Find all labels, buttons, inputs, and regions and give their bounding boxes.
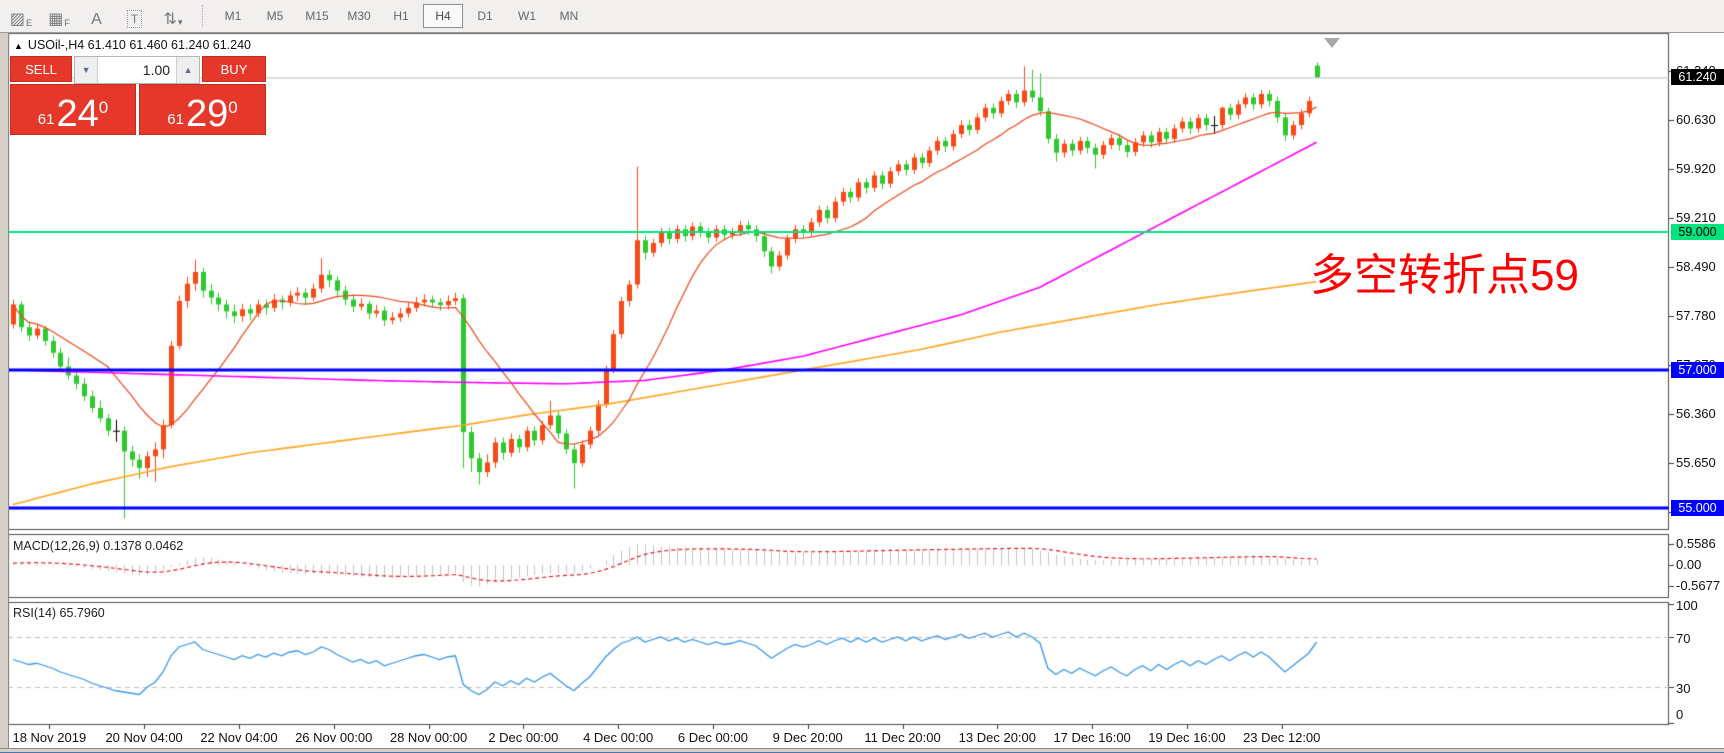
sell-price-display[interactable]: 61240 bbox=[10, 84, 136, 135]
macd-tick-label: -0.5677 bbox=[1676, 578, 1720, 593]
rsi-tick-label: 30 bbox=[1676, 681, 1690, 696]
text-box-icon[interactable]: T bbox=[118, 2, 152, 30]
buy-price-superscript: 0 bbox=[228, 100, 237, 115]
buy-price-display[interactable]: 61290 bbox=[139, 84, 266, 135]
timeframe-button-mn[interactable]: MN bbox=[549, 4, 589, 28]
sell-price-prefix: 61 bbox=[38, 112, 55, 127]
chart-annotation-text: 多空转折点59 bbox=[1310, 252, 1579, 300]
volume-input[interactable]: 1.00 bbox=[98, 57, 176, 83]
toolbar-separator bbox=[202, 5, 204, 27]
text-label-icon[interactable]: A bbox=[80, 2, 114, 30]
date-tick-label: 19 Dec 16:00 bbox=[1148, 730, 1225, 745]
rsi-tick-label: 0 bbox=[1676, 707, 1683, 722]
date-tick-label: 20 Nov 04:00 bbox=[105, 730, 182, 745]
timeframe-button-m1[interactable]: M1 bbox=[213, 4, 253, 28]
draw-pattern-icon[interactable]: ▨E bbox=[4, 2, 38, 30]
rsi-tick-label: 100 bbox=[1676, 598, 1698, 613]
volume-decrease-button[interactable]: ▼ bbox=[75, 57, 98, 83]
date-tick-label: 9 Dec 20:00 bbox=[773, 730, 843, 745]
hline-price-badge: 59.000 bbox=[1671, 224, 1724, 240]
timeframe-group: M1M5M15M30H1H4D1W1MN bbox=[212, 4, 590, 28]
rsi-tick-label: 70 bbox=[1676, 631, 1690, 646]
date-tick-label: 18 Nov 2019 bbox=[12, 730, 86, 745]
date-tick-label: 11 Dec 20:00 bbox=[864, 730, 940, 745]
rsi-indicator-label: RSI(14) 65.7960 bbox=[13, 606, 105, 620]
hline-price-badge: 55.000 bbox=[1671, 500, 1724, 516]
toolbar: ▨E▦FAT⇅▾ M1M5M15M30H1H4D1W1MN bbox=[0, 0, 1724, 33]
timeframe-button-w1[interactable]: W1 bbox=[507, 4, 547, 28]
timeframe-button-m30[interactable]: M30 bbox=[339, 4, 379, 28]
date-tick-label: 17 Dec 16:00 bbox=[1053, 730, 1130, 745]
buy-button[interactable]: BUY bbox=[202, 56, 266, 82]
sell-button[interactable]: SELL bbox=[10, 56, 72, 82]
price-tick-label: 58.490 bbox=[1676, 259, 1716, 274]
autoscroll-arrow-icon[interactable] bbox=[1324, 38, 1340, 48]
timeframe-button-h4[interactable]: H4 bbox=[423, 4, 463, 28]
timeframe-button-h1[interactable]: H1 bbox=[381, 4, 421, 28]
fibo-grid-icon[interactable]: ▦F bbox=[42, 2, 76, 30]
timeframe-button-m5[interactable]: M5 bbox=[255, 4, 295, 28]
date-tick-label: 22 Nov 04:00 bbox=[200, 730, 277, 745]
macd-tick-label: 0.5586 bbox=[1676, 536, 1716, 551]
symbol-marker-icon: ▲ bbox=[14, 41, 23, 51]
drawing-tools-group: ▨E▦FAT⇅▾ bbox=[0, 2, 190, 30]
price-tick-label: 59.210 bbox=[1676, 210, 1716, 225]
volume-stepper: ▼ 1.00 ▲ bbox=[74, 56, 200, 84]
current-price-badge: 61.240 bbox=[1671, 69, 1724, 85]
date-tick-label: 4 Dec 00:00 bbox=[583, 730, 653, 745]
timeframe-button-m15[interactable]: M15 bbox=[297, 4, 337, 28]
timeframe-button-d1[interactable]: D1 bbox=[465, 4, 505, 28]
date-tick-label: 2 Dec 00:00 bbox=[488, 730, 558, 745]
hline-price-badge: 57.000 bbox=[1671, 362, 1724, 378]
date-tick-label: 6 Dec 00:00 bbox=[678, 730, 748, 745]
cycle-arrows-icon[interactable]: ⇅▾ bbox=[156, 2, 190, 30]
price-tick-label: 59.920 bbox=[1676, 161, 1716, 176]
date-tick-label: 26 Nov 00:00 bbox=[295, 730, 372, 745]
price-tick-label: 55.650 bbox=[1676, 455, 1716, 470]
sell-price-main: 24 bbox=[56, 97, 98, 131]
sell-price-superscript: 0 bbox=[99, 100, 108, 115]
macd-tick-label: 0.00 bbox=[1676, 557, 1701, 572]
buy-price-main: 29 bbox=[186, 97, 228, 131]
price-tick-label: 60.630 bbox=[1676, 112, 1716, 127]
date-tick-label: 23 Dec 12:00 bbox=[1243, 730, 1320, 745]
one-click-trade-panel: SELL ▼ 1.00 ▲ BUY 61240 61290 bbox=[10, 56, 266, 135]
price-tick-label: 56.360 bbox=[1676, 406, 1716, 421]
volume-increase-button[interactable]: ▲ bbox=[176, 57, 199, 83]
price-tick-label: 57.780 bbox=[1676, 308, 1716, 323]
chart-title: ▲ USOil-,H4 61.410 61.460 61.240 61.240 bbox=[14, 38, 251, 52]
date-tick-label: 13 Dec 20:00 bbox=[959, 730, 1036, 745]
window-left-frame bbox=[0, 33, 9, 753]
symbol-quote-text: USOil-,H4 61.410 61.460 61.240 61.240 bbox=[28, 38, 251, 52]
macd-indicator-label: MACD(12,26,9) 0.1378 0.0462 bbox=[13, 539, 183, 553]
date-tick-label: 28 Nov 00:00 bbox=[390, 730, 467, 745]
window-bottom-strip bbox=[0, 748, 1724, 753]
trading-terminal-window: ▨E▦FAT⇅▾ M1M5M15M30H1H4D1W1MN ▲ USOil-,H4… bbox=[0, 0, 1724, 753]
buy-price-prefix: 61 bbox=[167, 112, 184, 127]
